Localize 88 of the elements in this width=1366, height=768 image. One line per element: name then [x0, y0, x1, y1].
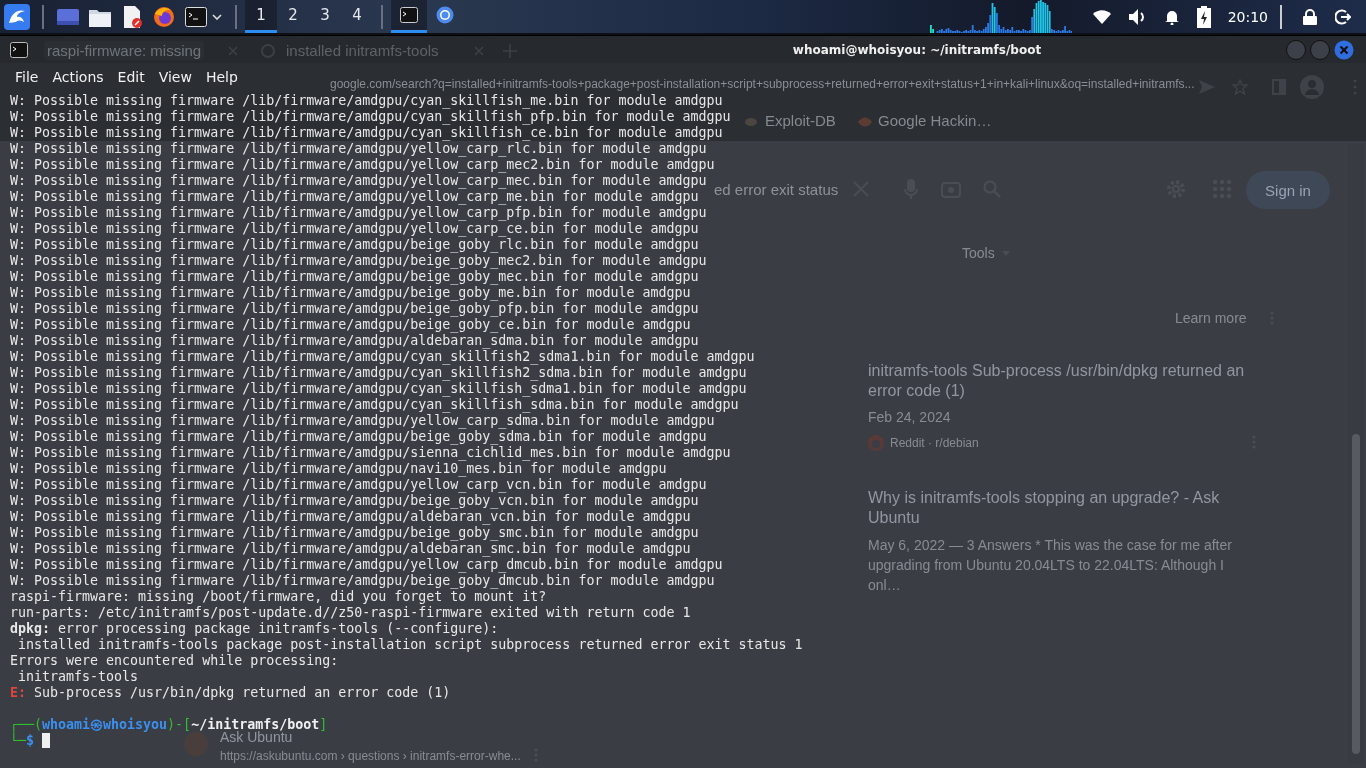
menu-item[interactable]: Edit: [110, 69, 152, 85]
terminal-line: raspi-firmware: missing /boot/firmware, did you forget to mount it?: [10, 589, 547, 605]
terminal-line: run-parts: /etc/initramfs/post-update.d//z50-raspi-firmware exited with return code 1: [10, 605, 691, 621]
clock-text: 20:10: [1227, 8, 1268, 25]
terminal-icon: [10, 41, 28, 58]
result-snippet: May 6, 2022 — 3 Answers * This was the case for me after upgrading from Ubuntu 20.04LTS to 22.04LTS: Although I onl…: [868, 536, 1233, 595]
window-title: whoami@whoisyou: ~/initramfs/boot: [792, 42, 1042, 57]
terminal-line: W: Possible missing firmware /lib/firmware/amdgpu/beige_goby_mec.bin for module amdgpu: [10, 269, 699, 285]
browser-icon[interactable]: [153, 5, 175, 28]
close-button[interactable]: [1334, 39, 1354, 60]
browser-tab[interactable]: installed initramfs-tools: [283, 41, 442, 60]
terminal-line: W: Possible missing firmware /lib/firmware/amdgpu/cyan_skillfish_me.bin for module amdgpu: [10, 93, 723, 109]
terminal-line: dpkg: error processing package initramfs-tools (--configure):: [10, 621, 499, 637]
taskbar-button[interactable]: [391, 0, 427, 33]
result-date: Feb 24, 2024: [868, 409, 951, 425]
workspace-button[interactable]: 2: [277, 0, 309, 33]
terminal-line: initramfs-tools: [17, 669, 139, 685]
browser-tab[interactable]: raspi-firmware: missing: [44, 41, 205, 60]
maximize-button[interactable]: [1310, 39, 1330, 60]
search-field[interactable]: ed error exit status: [714, 181, 839, 198]
terminal-line: W: Possible missing firmware /lib/firmware/amdgpu/beige_goby_dmcub.bin for module amdgpu: [10, 573, 715, 589]
terminal-line: W: Possible missing firmware /lib/firmware/amdgpu/beige_goby_sdma.bin for module amdgpu: [10, 429, 707, 445]
lock-icon[interactable]: [1303, 8, 1317, 25]
terminal-line: W: Possible missing firmware /lib/firmware/amdgpu/yellow_carp_sdma.bin for module amdgpu: [10, 413, 715, 429]
text-cursor: [42, 733, 51, 748]
terminal-line: W: Possible missing firmware /lib/firmware/amdgpu/yellow_carp_pfp.bin for module amdgpu: [10, 205, 707, 221]
profile-icon[interactable]: [1300, 75, 1324, 99]
terminal-line: W: Possible missing firmware /lib/firmware/amdgpu/cyan_skillfish_pfp.bin for module amdgpu: [10, 109, 731, 125]
terminal-line: W: Possible missing firmware /lib/firmware/amdgpu/beige_goby_ce.bin for module amdgpu: [10, 317, 691, 333]
terminal-line: Errors were encountered while processing:: [10, 653, 339, 669]
address-bar-text[interactable]: google.com/search?q=installed+initramfs-tools+package+post-installation+script+subprocess+returned+error+exit+status+1+in+kali+linux&oq=installed+initramfs...: [330, 77, 1195, 91]
logout-icon[interactable]: [1335, 8, 1351, 25]
terminal-line: W: Possible missing firmware /lib/firmware/amdgpu/yellow_carp_mec.bin for module amdgpu: [10, 173, 707, 189]
workspace-button[interactable]: 1: [245, 0, 277, 33]
terminal-line: installed initramfs-tools package post-installation script subprocess returned error exit status 1: [17, 637, 803, 653]
terminal-line: W: Possible missing firmware /lib/firmware/amdgpu/yellow_carp_me.bin for module amdgpu: [10, 189, 699, 205]
menu-item[interactable]: Actions: [45, 69, 111, 85]
menu-item[interactable]: File: [8, 69, 46, 85]
bookmark-link[interactable]: Exploit-DB: [765, 112, 836, 129]
terminal-icon[interactable]: [185, 6, 207, 27]
terminal-line: W: Possible missing firmware /lib/firmware/amdgpu/aldebaran_vcn.bin for module amdgpu: [10, 509, 691, 525]
terminal-line: W: Possible missing firmware /lib/firmware/amdgpu/yellow_carp_vcn.bin for module amdgpu: [10, 477, 707, 493]
result-source: Reddit · r/debian: [890, 436, 979, 450]
menu-item[interactable]: View: [151, 69, 199, 85]
learn-more-link[interactable]: Learn more: [1175, 310, 1247, 326]
result-url: https://askubuntu.com › questions › initramfs-error-whe...: [220, 749, 521, 763]
battery-charging-icon[interactable]: [1196, 5, 1211, 28]
terminal-icon: [400, 7, 418, 23]
volume-icon[interactable]: [1128, 8, 1147, 25]
terminal-line: W: Possible missing firmware /lib/firmware/amdgpu/beige_goby_me.bin for module amdgpu: [10, 285, 691, 301]
browser-icon: [436, 6, 454, 24]
terminal-line: W: Possible missing firmware /lib/firmware/amdgpu/yellow_carp_ce.bin for module amdgpu: [10, 221, 699, 237]
sign-in-button[interactable]: Sign in: [1246, 171, 1330, 209]
terminal-line: W: Possible missing firmware /lib/firmware/amdgpu/beige_goby_smc.bin for module amdgpu: [10, 525, 699, 541]
site-icon: [868, 435, 884, 451]
terminal-line: W: Possible missing firmware /lib/firmware/amdgpu/beige_goby_vcn.bin for module amdgpu: [10, 493, 699, 509]
result-title-link[interactable]: initramfs-tools Sub-process /usr/bin/dpkg returned an error code (1): [868, 361, 1260, 401]
tools-button[interactable]: Tools: [962, 245, 995, 261]
caret-icon[interactable]: [212, 13, 222, 20]
leaf-icon: [858, 116, 872, 128]
result-title-link[interactable]: Why is initramfs-tools stopping an upgrade? - Ask Ubuntu: [868, 488, 1260, 528]
terminal-line: W: Possible missing firmware /lib/firmware/amdgpu/cyan_skillfish2_sdma.bin for module amdgpu: [10, 365, 747, 381]
terminal-line: W: Possible missing firmware /lib/firmware/amdgpu/sienna_cichlid_mes.bin for module amdgpu: [10, 445, 731, 461]
terminal-line: W: Possible missing firmware /lib/firmware/amdgpu/cyan_skillfish_ce.bin for module amdgpu: [10, 125, 723, 141]
terminal-line: W: Possible missing firmware /lib/firmware/amdgpu/navi10_mes.bin for module amdgpu: [10, 461, 667, 477]
terminal-line: E: Sub-process /usr/bin/dpkg returned an error code (1): [10, 685, 451, 701]
terminal-line: W: Possible missing firmware /lib/firmware/amdgpu/cyan_skillfish_sdma1.bin for module amdgpu: [10, 381, 747, 397]
text-editor-icon[interactable]: [121, 5, 143, 28]
terminal-line: W: Possible missing firmware /lib/firmware/amdgpu/yellow_carp_mec2.bin for module amdgpu: [10, 157, 715, 173]
minimize-button[interactable]: [1286, 39, 1306, 60]
menu-item[interactable]: Help: [198, 69, 245, 85]
wifi-icon[interactable]: [1092, 9, 1111, 24]
terminal-line: W: Possible missing firmware /lib/firmware/amdgpu/beige_goby_pfp.bin for module amdgpu: [10, 301, 699, 317]
bell-icon[interactable]: [1164, 8, 1179, 25]
terminal-line: W: Possible missing firmware /lib/firmware/amdgpu/yellow_carp_dmcub.bin for module amdgpu: [10, 557, 723, 573]
workspace-button[interactable]: 3: [309, 0, 341, 33]
window-icon[interactable]: [57, 7, 79, 26]
terminal-line: W: Possible missing firmware /lib/firmware/amdgpu/beige_goby_rlc.bin for module amdgpu: [10, 237, 699, 253]
bookmark-link[interactable]: Google Hackin…: [878, 112, 992, 129]
terminal-line: W: Possible missing firmware /lib/firmware/amdgpu/yellow_carp_rlc.bin for module amdgpu: [10, 141, 707, 157]
terminal-line: W: Possible missing firmware /lib/firmware/amdgpu/cyan_skillfish_sdma.bin for module amdgpu: [10, 397, 739, 413]
prompt-symbol: └─$: [10, 733, 35, 748]
terminal-line: W: Possible missing firmware /lib/firmware/amdgpu/aldebaran_sdma.bin for module amdgpu: [10, 333, 699, 349]
terminal-line: W: Possible missing firmware /lib/firmware/amdgpu/aldebaran_smc.bin for module amdgpu: [10, 541, 691, 557]
workspace-button[interactable]: 4: [341, 0, 373, 33]
terminal-line: W: Possible missing firmware /lib/firmware/amdgpu/beige_goby_mec2.bin for module amdgpu: [10, 253, 707, 269]
terminal-line: W: Possible missing firmware /lib/firmware/amdgpu/cyan_skillfish2_sdma1.bin for module amdgpu: [10, 349, 755, 365]
dragon-logo-icon[interactable]: [4, 3, 30, 30]
